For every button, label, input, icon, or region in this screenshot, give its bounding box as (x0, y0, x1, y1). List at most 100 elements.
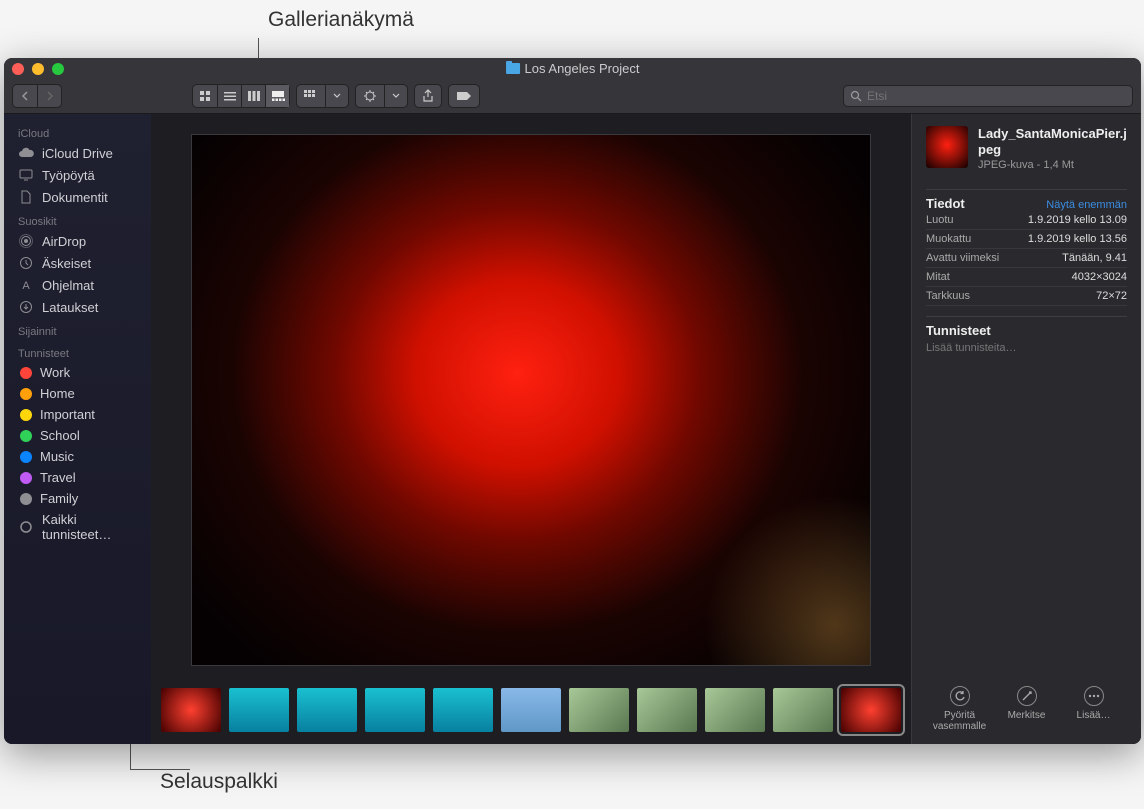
group-button[interactable] (297, 85, 325, 107)
group-menu-button[interactable] (325, 85, 348, 107)
sidebar-item[interactable]: Family (4, 488, 151, 509)
alltags-icon (18, 519, 34, 535)
info-value: 1.9.2019 kello 13.09 (1028, 214, 1127, 226)
sidebar: iCloud iCloud Drive Työpöytä Dokumentit Suos… (4, 114, 151, 744)
sidebar-item-label: Family (40, 491, 78, 506)
icon-view-button[interactable] (193, 85, 217, 107)
sidebar-item[interactable]: Music (4, 446, 151, 467)
sidebar-item-label: AirDrop (42, 234, 86, 249)
back-button[interactable] (13, 85, 37, 107)
download-icon (18, 299, 34, 315)
info-key: Avattu viimeksi (926, 252, 999, 264)
sidebar-section-header: iCloud (4, 120, 151, 142)
info-panel: Lady_SantaMonicaPier.jpeg JPEG-kuva - 1,… (911, 114, 1141, 744)
sidebar-item[interactable]: Kaikki tunnisteet… (4, 509, 151, 545)
sidebar-item[interactable]: Lataukset (4, 296, 151, 318)
svg-text:A: A (22, 280, 30, 292)
sidebar-item[interactable]: School (4, 425, 151, 446)
file-name: Lady_SantaMonicaPier.jpeg (978, 126, 1127, 157)
sidebar-item[interactable]: Home (4, 383, 151, 404)
info-value: 72×72 (1096, 290, 1127, 302)
sidebar-item[interactable]: Äskeiset (4, 252, 151, 274)
sidebar-item-label: Äskeiset (42, 256, 91, 271)
clock-icon (18, 255, 34, 271)
sidebar-item-label: Dokumentit (42, 190, 108, 205)
markup-icon (1017, 686, 1037, 706)
thumbnail[interactable] (637, 688, 697, 732)
view-switcher (192, 84, 290, 108)
sidebar-item[interactable]: AOhjelmat (4, 274, 151, 296)
info-value: 1.9.2019 kello 13.56 (1028, 233, 1127, 245)
preview-image[interactable] (191, 134, 871, 666)
sidebar-item-label: iCloud Drive (42, 146, 113, 161)
sidebar-item-label: Important (40, 407, 95, 422)
maximize-button[interactable] (52, 63, 64, 75)
search-input[interactable] (867, 89, 1126, 103)
sidebar-item[interactable]: Dokumentit (4, 186, 151, 208)
sidebar-item-label: Travel (40, 470, 76, 485)
minimize-button[interactable] (32, 63, 44, 75)
sidebar-section-header: Suosikit (4, 208, 151, 230)
sidebar-item[interactable]: iCloud Drive (4, 142, 151, 164)
tag-dot-icon (20, 367, 32, 379)
thumbnail[interactable] (501, 688, 561, 732)
sidebar-item[interactable]: Työpöytä (4, 164, 151, 186)
thumbnail[interactable] (365, 688, 425, 732)
finder-window: Los Angeles Project (4, 58, 1141, 744)
markup-label: Merkitse (1008, 710, 1046, 721)
info-thumbnail (926, 126, 968, 168)
scrub-bar[interactable] (151, 684, 911, 744)
info-key: Mitat (926, 271, 950, 283)
tags-input[interactable]: Lisää tunnisteita… (926, 342, 1127, 354)
share-button[interactable] (415, 85, 441, 107)
thumbnail[interactable] (433, 688, 493, 732)
preview-area (151, 114, 911, 744)
info-key: Tarkkuus (926, 290, 970, 302)
column-view-button[interactable] (241, 85, 265, 107)
tags-section-title: Tunnisteet (926, 316, 1127, 338)
info-key: Luotu (926, 214, 954, 226)
sidebar-item-label: Kaikki tunnisteet… (42, 512, 137, 542)
nav-buttons (12, 84, 62, 108)
sidebar-item[interactable]: Work (4, 362, 151, 383)
cloud-icon (18, 145, 34, 161)
info-value: 4032×3024 (1072, 271, 1127, 283)
thumbnail[interactable] (773, 688, 833, 732)
thumbnail[interactable] (161, 688, 221, 732)
rotate-left-action[interactable]: Pyöritä vasemmalle (926, 686, 993, 732)
tag-dot-icon (20, 451, 32, 463)
list-view-button[interactable] (217, 85, 241, 107)
doc-icon (18, 189, 34, 205)
info-row: Avattu viimeksi Tänään, 9.41 (926, 249, 1127, 268)
info-row: Muokattu1.9.2019 kello 13.56 (926, 230, 1127, 249)
toolbar (4, 79, 1141, 114)
titlebar[interactable]: Los Angeles Project (4, 58, 1141, 79)
show-more-link[interactable]: Näytä enemmän (1046, 199, 1127, 211)
gallery-view-button[interactable] (265, 85, 289, 107)
thumbnail[interactable] (297, 688, 357, 732)
search-field[interactable] (843, 85, 1133, 107)
tag-button[interactable] (449, 85, 479, 107)
sidebar-item[interactable]: AirDrop (4, 230, 151, 252)
sidebar-section-header: Tunnisteet (4, 340, 151, 362)
sidebar-item[interactable]: Important (4, 404, 151, 425)
info-value: Tänään, 9.41 (1062, 252, 1127, 264)
sidebar-item[interactable]: Travel (4, 467, 151, 488)
more-action[interactable]: Lisää… (1060, 686, 1127, 732)
action-menu-button[interactable] (384, 85, 407, 107)
folder-icon (506, 63, 520, 74)
rotate-label: Pyöritä vasemmalle (926, 710, 993, 732)
close-button[interactable] (12, 63, 24, 75)
forward-button[interactable] (37, 85, 61, 107)
thumbnail[interactable] (841, 688, 901, 732)
sidebar-item-label: Music (40, 449, 74, 464)
action-button[interactable] (356, 85, 384, 107)
more-label: Lisää… (1077, 710, 1111, 721)
thumbnail[interactable] (229, 688, 289, 732)
thumbnail[interactable] (569, 688, 629, 732)
app-icon: A (18, 277, 34, 293)
info-row: Tarkkuus 72×72 (926, 287, 1127, 306)
quick-actions: Pyöritä vasemmalle Merkitse Lisää… (926, 676, 1127, 732)
thumbnail[interactable] (705, 688, 765, 732)
markup-action[interactable]: Merkitse (993, 686, 1060, 732)
